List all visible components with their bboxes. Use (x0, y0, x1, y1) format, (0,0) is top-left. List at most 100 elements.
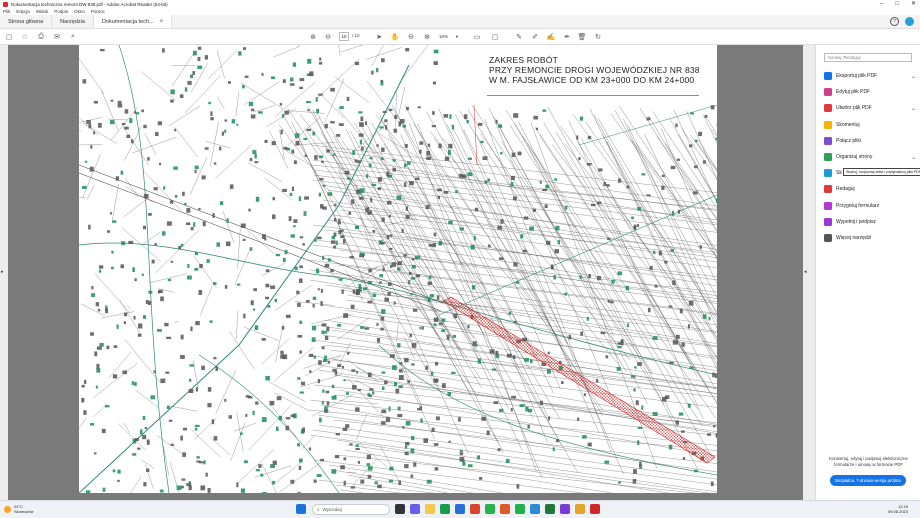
windows-taskbar: 24°C Słonecznie ⌕ Wyszukaj 12:19 09.06.2023 (0, 500, 920, 518)
tool-label: Redaguj (836, 186, 855, 193)
menu-sign[interactable]: Podpis (54, 9, 68, 14)
tool-item[interactable]: Połącz pliki (824, 135, 916, 147)
chevron-down-icon[interactable]: ⌄ (911, 154, 916, 161)
taskbar-search[interactable]: ⌕ Wyszukaj (312, 504, 390, 515)
explorer-icon[interactable] (425, 504, 435, 514)
folder-icon[interactable] (575, 504, 585, 514)
menu-edit[interactable]: Edycja (16, 9, 30, 14)
tool-label: Utwórz plik PDF (836, 105, 872, 112)
chevron-down-icon: ▾ (455, 33, 458, 39)
comment-icon[interactable]: ▢ (490, 32, 500, 42)
select-cursor-icon[interactable]: ➤ (374, 32, 384, 42)
tool-icon (824, 153, 832, 161)
title-underline (487, 95, 699, 96)
window-titlebar: Dokumentacja techniczna remont DW 838.pd… (0, 0, 920, 8)
tool-item[interactable]: Organizuj strony ⌄ (824, 151, 916, 163)
right-panel-toggle[interactable]: ◂ (803, 45, 815, 500)
page-up-icon[interactable]: ⊕ (308, 32, 318, 42)
scan-tooltip: Skanuj, rozpoznaj tekst i zoptymalizuj p… (843, 168, 920, 176)
collapse-right-icon: ◂ (804, 269, 807, 275)
hand-icon[interactable]: ✋ (390, 32, 400, 42)
tool-label: Eksportuj plik PDF (836, 73, 878, 79)
tool-icon (824, 234, 832, 242)
tool-icon (824, 201, 832, 210)
tool-label: Wypełnij i podpisz (836, 218, 876, 225)
system-clock[interactable]: 12:19 09.06.2023 (888, 504, 908, 514)
tool-label: Skomentuj (836, 121, 860, 128)
tool-icon (824, 72, 832, 80)
minimize-button[interactable]: – (880, 0, 883, 8)
menu-bar: Plik Edycja Widok Podpis Okno Pomoc (0, 8, 920, 15)
zoom-select[interactable]: 10% ▾ (437, 32, 460, 41)
tool-item[interactable]: Skomentuj (824, 119, 916, 131)
weather-widget[interactable]: 24°C Słonecznie (4, 504, 34, 514)
drawing-title-block: ZAKRES ROBÓT PRZY REMONCIE DROGI WOJEWÓD… (481, 45, 717, 105)
tool-label: Przygotuj formularz (836, 202, 880, 209)
close-tab-icon[interactable]: × (160, 19, 164, 25)
chevron-down-icon[interactable]: ⌄ (911, 73, 916, 80)
promo-text: Konwertuj, edytuj i podpisuj elektronicz… (829, 456, 908, 467)
tools-search-input[interactable]: Szukaj 'Redaguj' (824, 53, 912, 62)
tool-icon (824, 104, 832, 113)
spotify-icon[interactable] (515, 504, 525, 514)
help-icon[interactable]: ? (890, 17, 899, 26)
sun-icon (4, 505, 11, 513)
title-line-1: ZAKRES ROBÓT (489, 55, 558, 65)
tool-item[interactable]: Wypełnij i podpisz (824, 216, 916, 228)
pen-icon[interactable]: ✎ (514, 32, 524, 42)
task-view-icon[interactable] (395, 504, 405, 514)
tools-pane: Szukaj 'Redaguj' Eksportuj plik PDF ⌄ Edyt… (815, 45, 920, 500)
tool-item[interactable]: Eksportuj plik PDF ⌄ (824, 70, 916, 82)
tool-item[interactable]: Więcej narzędzi (824, 232, 916, 244)
chrome-icon[interactable] (485, 504, 495, 514)
zoom-out-icon[interactable]: ⊖ (406, 32, 416, 42)
document-viewport[interactable]: ▸ ZAKRES ROBÓT PRZY REMONCIE DROGI WOJEW… (0, 45, 815, 500)
edge-icon[interactable] (440, 504, 450, 514)
close-window-button[interactable]: ✕ (911, 0, 916, 8)
trash-icon[interactable]: 🗑 (577, 32, 587, 42)
page-down-icon[interactable]: ⊖ (323, 32, 333, 42)
tool-item[interactable]: Edytuj plik PDF (824, 86, 916, 98)
office-icon[interactable] (470, 504, 480, 514)
tool-label: Edytuj plik PDF (836, 89, 871, 96)
bookmark-star-icon[interactable]: ☆ (20, 32, 30, 42)
tab-home[interactable]: Strona główna (0, 15, 53, 28)
firefox-icon[interactable] (500, 504, 510, 514)
tool-icon (824, 185, 832, 194)
expand-left-icon: ▸ (1, 269, 4, 275)
excel-icon[interactable] (545, 504, 555, 514)
chevron-down-icon[interactable]: ⌄ (911, 105, 916, 112)
tool-item[interactable]: Utwórz plik PDF ⌄ (824, 102, 916, 114)
highlight-icon[interactable]: ✐ (530, 32, 540, 42)
store-icon[interactable] (455, 504, 465, 514)
tab-document[interactable]: Dokumentacja tech... × (93, 15, 173, 28)
draw-icon[interactable]: ✍ (546, 32, 556, 42)
left-panel-toggle[interactable]: ▸ (0, 45, 8, 500)
zoom-in-icon[interactable]: ⊕ (422, 32, 432, 42)
menu-window[interactable]: Okno (74, 9, 85, 14)
tab-bar: Strona główna Narzędzia Dokumentacja tec… (0, 15, 920, 29)
teams-icon[interactable] (410, 504, 420, 514)
tool-item[interactable]: Redaguj (824, 183, 916, 195)
find-icon[interactable]: ⌕ (68, 32, 78, 42)
email-icon[interactable]: ✉ (52, 32, 62, 42)
tool-item[interactable]: Przygotuj formularz (824, 200, 916, 212)
menu-file[interactable]: Plik (3, 9, 10, 14)
avatar[interactable] (905, 17, 914, 26)
free-trial-button[interactable]: Bezpłatna, 7-dniowa wersja próbna (830, 475, 906, 486)
rotate-icon[interactable]: ↻ (593, 32, 603, 42)
acrobat-taskbar-icon[interactable] (590, 504, 600, 514)
print-icon[interactable]: ⎙ (36, 32, 46, 42)
fit-page-icon[interactable]: ▭ (472, 32, 482, 42)
app-icon[interactable] (560, 504, 570, 514)
mail-icon[interactable] (530, 504, 540, 514)
menu-view[interactable]: Widok (36, 9, 49, 14)
tab-tools[interactable]: Narzędzia (52, 15, 94, 28)
menu-help[interactable]: Pomoc (91, 9, 105, 14)
create-icon[interactable]: ▢ (4, 32, 14, 42)
page-number-input[interactable]: 10 (339, 32, 349, 41)
tool-label: Organizuj strony (836, 154, 873, 160)
start-icon[interactable] (296, 504, 306, 514)
sign-icon[interactable]: ✒ (562, 32, 572, 42)
maximize-button[interactable]: □ (895, 0, 899, 8)
